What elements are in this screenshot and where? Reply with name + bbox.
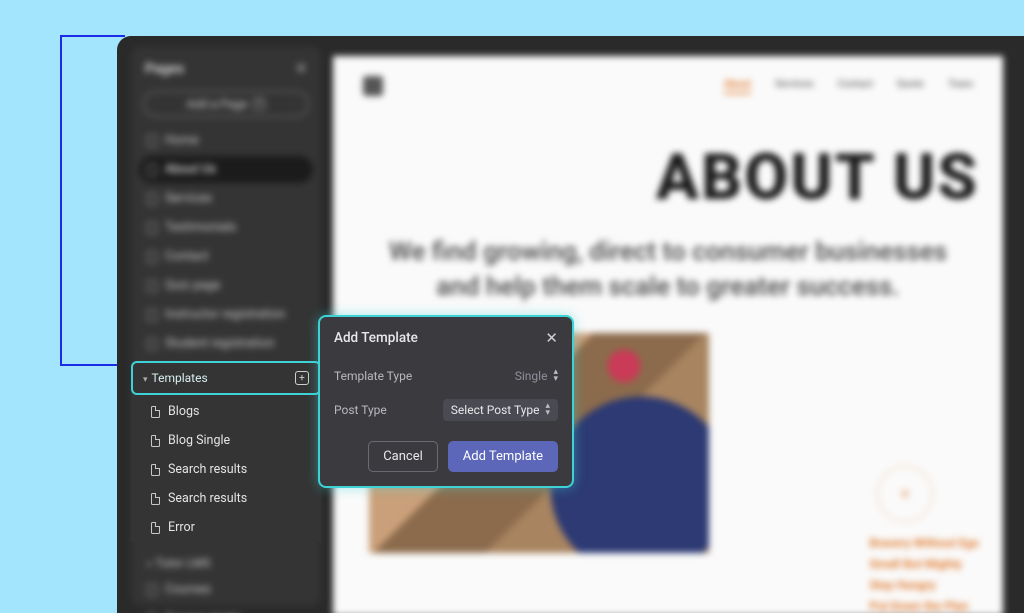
post-type-row: Post Type Select Post Type ▴▾ — [334, 399, 558, 421]
page-label: Student registration — [165, 336, 274, 351]
add-page-button[interactable]: Add a Page + — [143, 91, 309, 117]
sidebar-item-about[interactable]: About Us — [139, 156, 313, 183]
sidebar-item-courses[interactable]: Courses — [139, 576, 313, 603]
guide-line — [60, 35, 62, 365]
sidebar-item-contact[interactable]: Contact — [139, 243, 313, 270]
side-list: Bravery Without Ego Small But Mighty Sta… — [870, 536, 979, 613]
nav-link[interactable]: About — [724, 79, 751, 94]
template-item-blog-single[interactable]: Blog Single — [131, 426, 321, 455]
page-icon — [147, 135, 157, 147]
side-list-item: Stay Hungry — [870, 578, 936, 592]
page-label: Home — [165, 133, 199, 148]
page-icon — [151, 522, 160, 534]
side-list-item: Put Down the Plan — [870, 599, 969, 613]
tutor-section-header[interactable]: ▾ Tutor LMS — [139, 550, 313, 576]
template-type-value: Single — [515, 369, 548, 383]
post-type-select[interactable]: Select Post Type ▴▾ — [443, 399, 558, 421]
templates-header-label: Templates — [152, 371, 208, 385]
sidebar-item-course-single[interactable]: Course single — [139, 605, 313, 613]
page-icon — [151, 493, 160, 505]
template-item-search-results[interactable]: Search results — [131, 455, 321, 484]
nav-link[interactable]: Quote — [897, 79, 924, 94]
plus-icon: + — [900, 484, 910, 505]
add-template-button[interactable]: Add Template — [448, 441, 558, 472]
sidebar-item-instructor-reg[interactable]: Instructor registration — [139, 301, 313, 328]
templates-header[interactable]: ▾ Templates + — [131, 361, 321, 395]
nav-link[interactable]: Team — [948, 79, 973, 94]
template-label: Search results — [168, 491, 247, 506]
modal-title: Add Template — [334, 330, 418, 346]
chevron-updown-icon: ▴▾ — [545, 403, 550, 417]
add-template-modal: Add Template ✕ Template Type Single ▴▾ P… — [318, 315, 574, 488]
plus-icon: + — [253, 98, 265, 110]
side-list-item: Bravery Without Ego — [870, 536, 979, 550]
submit-label: Add Template — [463, 449, 543, 464]
page-label: Contact — [165, 249, 209, 264]
template-type-select[interactable]: Single ▴▾ — [515, 369, 558, 383]
sidebar-item-testimonials[interactable]: Testimonials — [139, 214, 313, 241]
sidebar-item-quiz[interactable]: Quiz page — [139, 272, 313, 299]
post-type-value: Select Post Type — [451, 403, 540, 417]
nav-link[interactable]: Services — [775, 79, 814, 94]
site-nav: About Services Contact Quote Team — [357, 68, 979, 110]
page-icon — [147, 309, 157, 321]
page-title: ABOUT US — [357, 140, 979, 215]
template-label: Search results — [168, 462, 247, 477]
page-label: Instructor registration — [165, 307, 285, 322]
chevron-down-icon: ▾ — [143, 375, 148, 385]
page-label: Services — [165, 191, 212, 206]
page-label: Courses — [165, 582, 211, 597]
page-icon — [147, 251, 157, 263]
page-icon — [151, 435, 160, 447]
sidebar-item-home[interactable]: Home — [139, 127, 313, 154]
post-type-label: Post Type — [334, 403, 387, 417]
page-icon — [147, 280, 157, 292]
template-item-error[interactable]: Error — [131, 513, 321, 542]
template-item-search-results-2[interactable]: Search results — [131, 484, 321, 513]
page-icon — [147, 193, 157, 205]
chevron-updown-icon: ▴▾ — [553, 369, 558, 383]
page-icon — [147, 338, 157, 350]
cancel-label: Cancel — [383, 449, 423, 464]
templates-section: ▾ Templates + Blogs Blog Single Search re… — [131, 361, 321, 542]
close-icon[interactable]: ✕ — [295, 61, 307, 77]
page-icon — [151, 464, 160, 476]
site-logo — [363, 76, 383, 96]
page-label: Quiz page — [165, 278, 220, 293]
add-ring[interactable]: + — [877, 466, 933, 522]
panel-title: Pages — [145, 61, 184, 77]
tutor-header-label: Tutor LMS — [156, 556, 211, 570]
chevron-down-icon: ▾ — [147, 560, 152, 570]
guide-line — [60, 364, 125, 366]
page-subhead: We find growing, direct to consumer busi… — [388, 235, 948, 305]
add-template-icon[interactable]: + — [295, 371, 309, 385]
page-icon — [147, 222, 157, 234]
guide-line — [60, 35, 125, 37]
template-type-label: Template Type — [334, 369, 412, 383]
template-label: Error — [168, 520, 195, 535]
nav-link[interactable]: Contact — [838, 79, 873, 94]
page-label: About Us — [165, 162, 216, 177]
template-type-row: Template Type Single ▴▾ — [334, 369, 558, 383]
cancel-button[interactable]: Cancel — [368, 441, 438, 472]
side-list-item: Small But Mighty — [870, 557, 962, 571]
page-icon — [147, 164, 157, 176]
page-icon — [147, 584, 157, 596]
nav-links: About Services Contact Quote Team — [724, 79, 973, 94]
template-label: Blogs — [168, 404, 199, 419]
page-icon — [151, 406, 160, 418]
close-icon[interactable]: ✕ — [545, 329, 558, 347]
template-label: Blog Single — [168, 433, 230, 448]
page-label: Testimonials — [165, 220, 236, 235]
template-item-blogs[interactable]: Blogs — [131, 397, 321, 426]
sidebar-item-student-reg[interactable]: Student registration — [139, 330, 313, 357]
sidebar-item-services[interactable]: Services — [139, 185, 313, 212]
add-page-label: Add a Page — [187, 97, 248, 111]
